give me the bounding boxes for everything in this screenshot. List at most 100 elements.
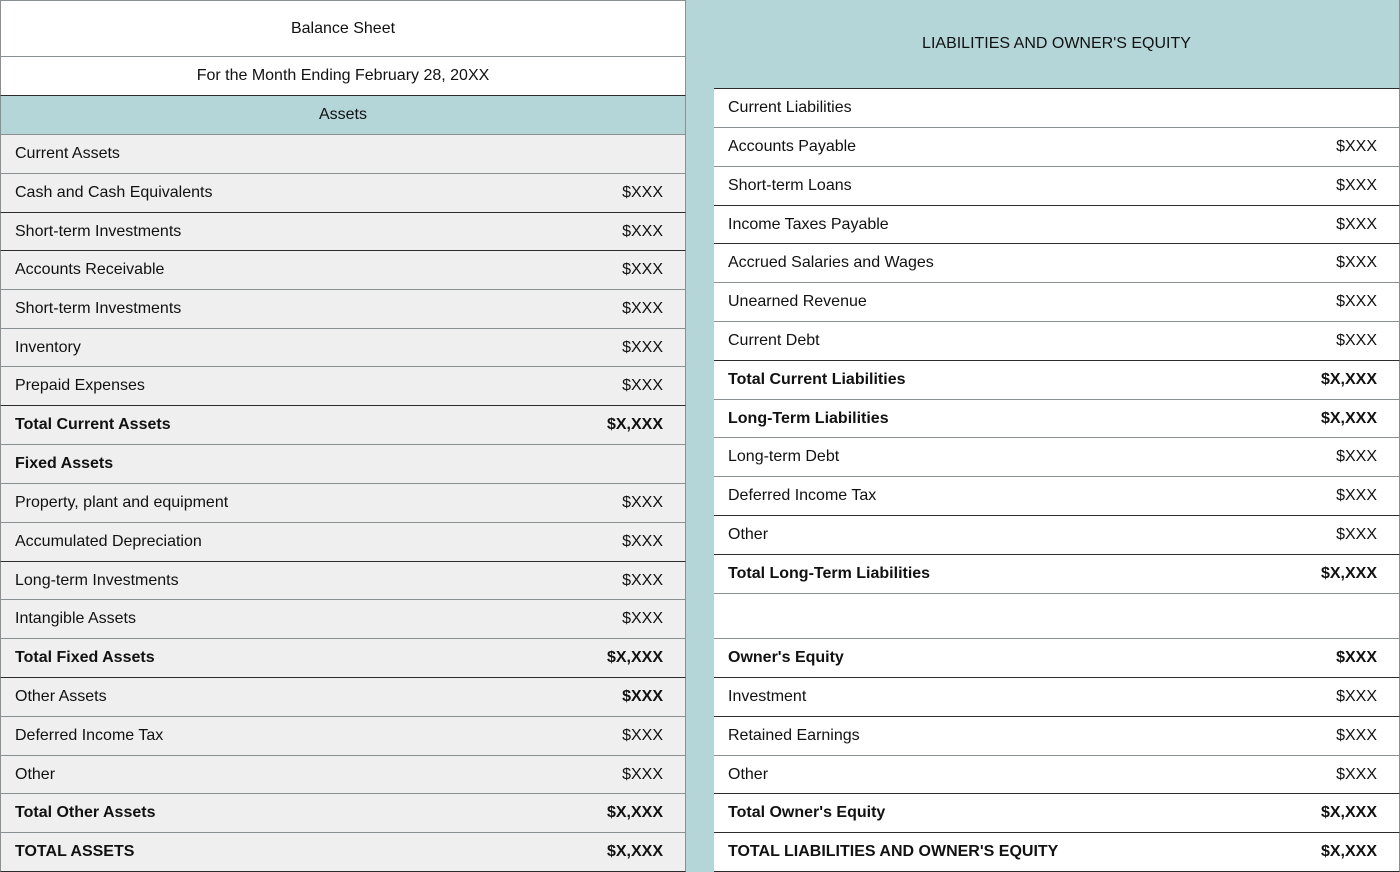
row-value: $X,XXX (1320, 804, 1377, 821)
row-label: Total Current Assets (15, 416, 171, 433)
row-label: Short-term Investments (15, 300, 182, 317)
row-label: Accrued Salaries and Wages (728, 254, 934, 271)
row-label: Accumulated Depreciation (15, 533, 202, 550)
table-row: Inventory $XXX (0, 329, 686, 367)
table-row: Current Liabilities (714, 89, 1400, 128)
row-label: Long-term Investments (15, 571, 179, 589)
table-row: Accounts Payable $XXX (714, 128, 1400, 167)
spacer-row (714, 594, 1400, 639)
row-value: $XXX (1336, 487, 1377, 504)
table-row: Total Current Assets $X,XXX (0, 406, 686, 445)
row-label: Current Debt (728, 332, 820, 349)
row-value: $XXX (1336, 765, 1377, 783)
table-row: Owner's Equity $XXX (714, 639, 1400, 678)
table-row: Total Long-Term Liabilities $X,XXX (714, 555, 1400, 594)
row-value: $XXX (1336, 688, 1377, 705)
row-label: Intangible Assets (15, 610, 136, 627)
table-row: Long-term Debt $XXX (714, 438, 1400, 477)
row-value: $XXX (622, 300, 663, 317)
row-label: Other (728, 526, 769, 543)
table-row: Total Fixed Assets $X,XXX (0, 639, 686, 678)
row-value: $XXX (1336, 727, 1377, 744)
liabilities-header: LIABILITIES AND OWNER'S EQUITY (922, 35, 1191, 52)
row-label: Short-term Loans (728, 177, 852, 194)
row-value: $XXX (622, 727, 663, 744)
row-label: Accounts Receivable (15, 261, 165, 278)
row-value: $XXX (622, 533, 663, 550)
table-row: Deferred Income Tax $XXX (0, 717, 686, 756)
row-label: Total Owner's Equity (728, 804, 886, 821)
row-value: $X,XXX (606, 804, 663, 821)
row-value: $XXX (622, 338, 663, 356)
row-value: $XXX (1336, 177, 1377, 194)
table-row: Other $XXX (714, 516, 1400, 555)
row-value: $XXX (1336, 293, 1377, 310)
table-row: Other $XXX (0, 756, 686, 794)
row-label: Owner's Equity (728, 649, 844, 666)
row-value: $X,XXX (606, 416, 663, 433)
row-label: Cash and Cash Equivalents (15, 184, 213, 201)
row-label: TOTAL ASSETS (15, 843, 135, 860)
row-value: $X,XXX (606, 649, 663, 666)
row-value: $XXX (622, 494, 663, 511)
table-row: Accumulated Depreciation $XXX (0, 523, 686, 562)
table-row: Other Assets $XXX (0, 678, 686, 717)
row-value: $XXX (622, 688, 663, 705)
row-label: Current Assets (15, 145, 120, 162)
period-subtitle: For the Month Ending February 28, 20XX (196, 67, 490, 84)
row-value: $XXX (1336, 138, 1377, 155)
row-value: $XXX (622, 765, 663, 783)
row-value: $X,XXX (1320, 409, 1377, 427)
assets-header: Assets (318, 106, 367, 123)
table-row: Deferred Income Tax $XXX (714, 477, 1400, 516)
row-value: $XXX (622, 377, 663, 394)
row-label: Total Current Liabilities (728, 371, 906, 388)
table-row: Short-term Investments $XXX (0, 213, 686, 251)
row-label: Total Fixed Assets (15, 649, 155, 666)
period-row: For the Month Ending February 28, 20XX (0, 57, 686, 96)
table-row: Long-term Investments $XXX (0, 562, 686, 600)
row-label: Prepaid Expenses (15, 377, 145, 394)
row-label: Current Liabilities (728, 99, 852, 116)
table-row: Accounts Receivable $XXX (0, 251, 686, 290)
table-row: Unearned Revenue $XXX (714, 283, 1400, 322)
liabilities-panel: LIABILITIES AND OWNER'S EQUITY Current L… (714, 0, 1400, 872)
table-row: Prepaid Expenses $XXX (0, 367, 686, 406)
assets-panel: Balance Sheet For the Month Ending Febru… (0, 0, 686, 872)
row-value: $X,XXX (1320, 371, 1377, 388)
table-row: TOTAL LIABILITIES AND OWNER'S EQUITY $X,… (714, 833, 1400, 872)
row-value: $X,XXX (606, 843, 663, 860)
row-label: Inventory (15, 338, 81, 356)
table-row: Investment $XXX (714, 678, 1400, 717)
row-value: $XXX (1336, 254, 1377, 271)
row-label: Long-Term Liabilities (728, 409, 889, 427)
row-value: $X,XXX (1320, 843, 1377, 860)
sheet-title: Balance Sheet (290, 19, 396, 37)
row-value: $XXX (1336, 526, 1377, 543)
row-label: Deferred Income Tax (15, 727, 164, 744)
row-value: $XXX (1336, 215, 1377, 233)
row-label: Fixed Assets (15, 455, 114, 472)
row-label: Other (728, 765, 769, 783)
row-label: Unearned Revenue (728, 293, 867, 310)
row-value: $XXX (1336, 649, 1377, 666)
table-row: Retained Earnings $XXX (714, 717, 1400, 756)
row-label: Deferred Income Tax (728, 487, 877, 504)
table-row: Accrued Salaries and Wages $XXX (714, 244, 1400, 283)
liabilities-header-row: LIABILITIES AND OWNER'S EQUITY (714, 0, 1400, 89)
table-row: Total Current Liabilities $X,XXX (714, 361, 1400, 400)
sheet-title-row: Balance Sheet (0, 0, 686, 57)
table-row: Long-Term Liabilities $X,XXX (714, 400, 1400, 438)
row-value: $XXX (622, 184, 663, 201)
assets-header-row: Assets (0, 96, 686, 135)
row-label: Other Assets (15, 688, 107, 705)
row-value: $XXX (622, 261, 663, 278)
table-row: Short-term Investments $XXX (0, 290, 686, 329)
row-label: Income Taxes Payable (728, 215, 889, 233)
table-row: Intangible Assets $XXX (0, 600, 686, 639)
table-row: Current Assets (0, 135, 686, 174)
row-label: Accounts Payable (728, 138, 857, 155)
table-row: Income Taxes Payable $XXX (714, 206, 1400, 244)
row-label: Short-term Investments (15, 222, 182, 240)
row-value: $XXX (622, 571, 663, 589)
